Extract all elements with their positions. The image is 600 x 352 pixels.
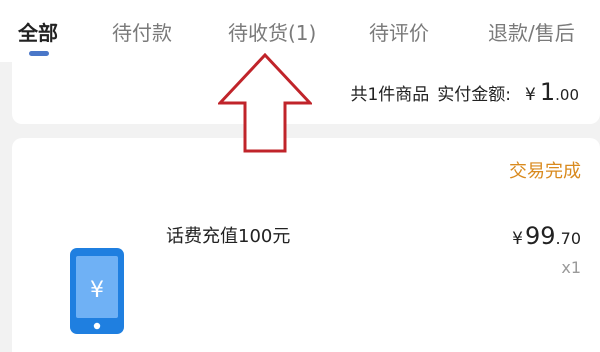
phone-recharge-icon[interactable]: ¥ [50,226,146,342]
order-status-badge: 交易完成 [509,161,581,182]
item-count-text: 共1件商品 [350,85,430,105]
order-summary: 共1件商品 实付金额: ¥ 1 .00 [350,77,579,107]
price-decimal: .70 [555,229,581,248]
tab-refund-aftersale[interactable]: 退款/售后 [488,18,575,48]
price-integer: 99 [525,222,556,250]
product-price: ¥ 99 .70 [512,222,581,250]
paid-amount-decimal: .00 [555,86,579,104]
product-quantity: x1 [561,258,581,277]
phone-recharge-icon-graphic: ¥ [70,248,124,334]
tab-all[interactable]: 全部 [18,18,58,48]
orders-screen: 全部 待付款 待收货(1) 待评价 退款/售后 共1件商品 实付金额: ¥ 1 … [0,0,600,352]
annotation-up-arrow-icon [218,53,312,153]
tab-pending-receipt[interactable]: 待收货(1) [228,18,316,48]
tab-pending-review[interactable]: 待评价 [369,18,429,48]
svg-text:¥: ¥ [90,278,104,303]
currency-symbol: ¥ [525,85,536,105]
paid-amount-integer: 1 [539,78,556,106]
active-tab-indicator [29,51,49,56]
price-currency: ¥ [512,229,523,249]
product-name[interactable]: 话费充值100元 [166,224,290,250]
tab-pending-payment[interactable]: 待付款 [112,18,172,48]
order-card[interactable]: 交易完成 ¥ 话费充值100元 ¥ 99 .70 x1 [12,138,600,352]
paid-amount-label: 实付金额: [437,85,512,105]
